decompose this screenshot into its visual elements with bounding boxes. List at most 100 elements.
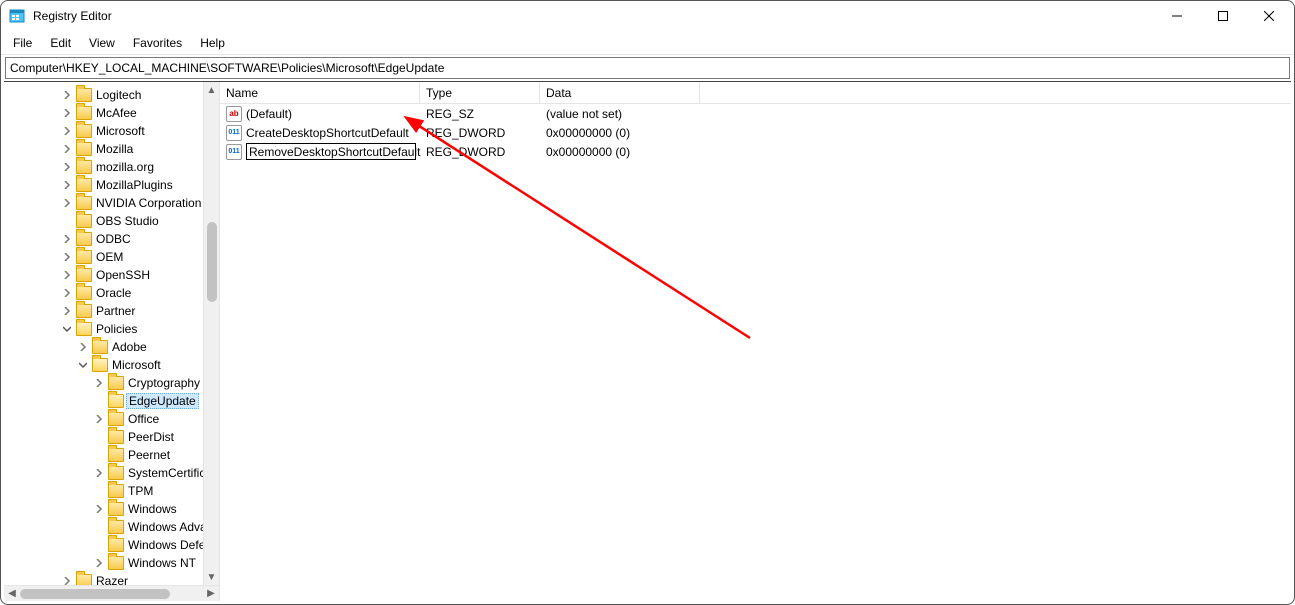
scroll-up-icon[interactable]: ▲ [204,82,220,98]
chevron-down-icon[interactable] [60,322,74,336]
scroll-thumb[interactable] [20,589,170,599]
tree-item[interactable]: mozilla.org [4,158,219,176]
folder-icon [76,322,92,336]
folder-icon [108,502,124,516]
tree-item[interactable]: Microsoft [4,356,219,374]
menu-edit[interactable]: Edit [42,34,79,52]
tree-horizontal-scrollbar[interactable]: ◀ ▶ [4,585,219,601]
tree-item[interactable]: OBS Studio [4,212,219,230]
scroll-thumb[interactable] [207,222,217,302]
tree-item-label: Adobe [112,340,147,354]
column-type[interactable]: Type [420,82,540,103]
tree-item-label: ODBC [96,232,131,246]
tree-item[interactable]: TPM [4,482,219,500]
value-type: REG_SZ [420,107,540,121]
tree-item[interactable]: PeerDist [4,428,219,446]
tree-item-label: Partner [96,304,135,318]
scroll-down-icon[interactable]: ▼ [204,569,220,585]
tree-item[interactable]: OEM [4,248,219,266]
chevron-right-icon[interactable] [60,106,74,120]
tree-item[interactable]: Windows [4,500,219,518]
folder-icon [108,412,124,426]
address-path: Computer\HKEY_LOCAL_MACHINE\SOFTWARE\Pol… [10,61,444,75]
tree-item[interactable]: MozillaPlugins [4,176,219,194]
scroll-right-icon[interactable]: ▶ [203,586,219,602]
registry-tree[interactable]: LogitechMcAfeeMicrosoftMozillamozilla.or… [4,82,219,585]
chevron-right-icon[interactable] [60,286,74,300]
chevron-right-icon[interactable] [76,340,90,354]
folder-icon [108,466,124,480]
folder-icon [76,574,92,585]
tree-item[interactable]: Microsoft [4,122,219,140]
tree-item[interactable]: Mozilla [4,140,219,158]
tree-item[interactable]: Peernet [4,446,219,464]
tree-item[interactable]: SystemCertificates [4,464,219,482]
chevron-right-icon[interactable] [60,160,74,174]
menu-favorites[interactable]: Favorites [125,34,190,52]
chevron-right-icon[interactable] [92,376,106,390]
tree-item[interactable]: Cryptography [4,374,219,392]
tree-item[interactable]: Office [4,410,219,428]
column-data[interactable]: Data [540,82,700,103]
tree-item[interactable]: Policies [4,320,219,338]
value-name-edit[interactable]: RemoveDesktopShortcutDefault [246,143,416,160]
value-row[interactable]: 011RemoveDesktopShortcutDefaultREG_DWORD… [220,142,1291,161]
value-data: 0x00000000 (0) [540,126,780,140]
tree-item[interactable]: Oracle [4,284,219,302]
value-row[interactable]: 011CreateDesktopShortcutDefaultREG_DWORD… [220,123,1291,142]
menu-help[interactable]: Help [192,34,233,52]
tree-item[interactable]: OpenSSH [4,266,219,284]
minimize-button[interactable] [1154,1,1200,31]
tree-item[interactable]: EdgeUpdate [4,392,219,410]
folder-icon [108,430,124,444]
tree-item-label: OBS Studio [96,214,159,228]
column-headers: Name Type Data [220,82,1291,104]
menu-view[interactable]: View [81,34,123,52]
chevron-right-icon[interactable] [92,502,106,516]
tree-item[interactable]: Partner [4,302,219,320]
chevron-right-icon[interactable] [60,232,74,246]
chevron-right-icon[interactable] [60,88,74,102]
chevron-right-icon[interactable] [60,268,74,282]
folder-icon [76,214,92,228]
chevron-right-icon[interactable] [60,178,74,192]
close-button[interactable] [1246,1,1292,31]
tree-item[interactable]: Windows Defender [4,536,219,554]
chevron-right-icon[interactable] [60,304,74,318]
tree-vertical-scrollbar[interactable]: ▲ ▼ [203,82,219,585]
chevron-down-icon[interactable] [76,358,90,372]
chevron-right-icon[interactable] [60,196,74,210]
titlebar[interactable]: Registry Editor [1,1,1294,31]
chevron-right-icon[interactable] [60,124,74,138]
chevron-right-icon[interactable] [60,142,74,156]
tree-item[interactable]: Razer [4,572,219,585]
folder-icon [76,124,92,138]
tree-item-label: Mozilla [96,142,133,156]
chevron-right-icon[interactable] [60,250,74,264]
tree-item[interactable]: ODBC [4,230,219,248]
chevron-right-icon[interactable] [92,556,106,570]
chevron-right-icon[interactable] [92,412,106,426]
tree-item[interactable]: Windows NT [4,554,219,572]
regedit-icon [9,8,25,24]
folder-icon [76,160,92,174]
tree-item[interactable]: McAfee [4,104,219,122]
scroll-left-icon[interactable]: ◀ [4,586,20,602]
maximize-button[interactable] [1200,1,1246,31]
tree-item[interactable]: Adobe [4,338,219,356]
menu-file[interactable]: File [5,34,40,52]
tree-item-label: Razer [96,574,128,585]
column-name[interactable]: Name [220,82,420,103]
tree-item[interactable]: Logitech [4,86,219,104]
value-row[interactable]: ab(Default)REG_SZ(value not set) [220,104,1291,123]
address-bar[interactable]: Computer\HKEY_LOCAL_MACHINE\SOFTWARE\Pol… [5,57,1290,79]
tree-item-label: OEM [96,250,123,264]
folder-icon [108,484,124,498]
chevron-right-icon[interactable] [60,574,74,585]
value-type: REG_DWORD [420,126,540,140]
tree-item[interactable]: Windows Advanced Threat Protection [4,518,219,536]
folder-icon [108,520,124,534]
tree-item[interactable]: NVIDIA Corporation [4,194,219,212]
chevron-right-icon[interactable] [92,466,106,480]
value-rows[interactable]: ab(Default)REG_SZ(value not set)011Creat… [220,104,1291,601]
